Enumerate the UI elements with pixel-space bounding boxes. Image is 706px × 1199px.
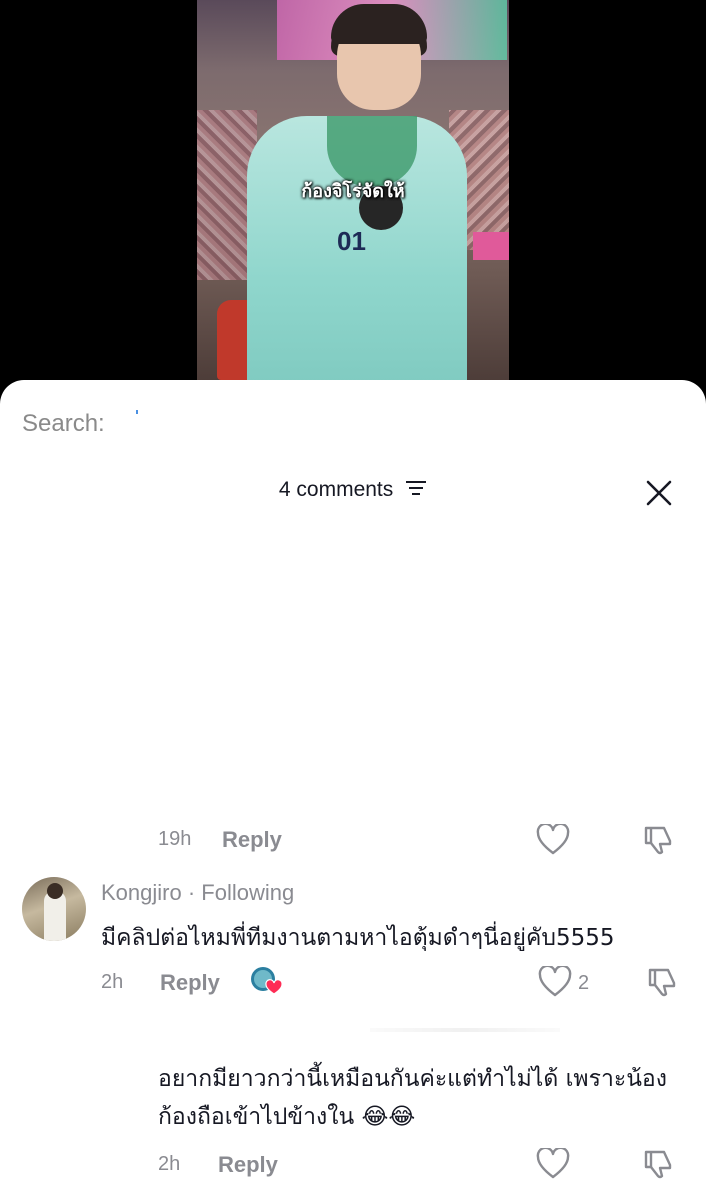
video-player[interactable]: 01 ก้องจิโร่จัดให้ [197,0,509,392]
comments-count: 4 comments [278,478,394,501]
filter-icon[interactable] [405,478,427,502]
search-cursor [136,410,138,414]
like-count: 2 [578,972,590,994]
search-label[interactable]: Search: [22,410,105,438]
comment-text: มีคลิปต่อไหมพี่ทีมงานตามหาไอตุ้มดำๆนี่อย… [101,925,615,951]
comments-sheet: Search: 4 comments 19h Reply Kongjiro · … [0,380,706,1199]
reply-button[interactable]: Reply [218,1152,278,1178]
video-caption: ก้องจิโร่จัดให้ [301,181,405,202]
heart-icon[interactable] [538,964,572,998]
comment-username[interactable]: Kongjiro · Following [101,880,294,906]
comments-header: 4 comments [0,478,706,502]
dislike-icon[interactable] [642,1148,674,1180]
avatar-head [47,883,63,899]
reply-text: อยากมียาวกว่านี้เหมือนกันค่ะแต่ทำไม่ได้ … [158,1066,667,1130]
close-icon[interactable] [646,480,672,506]
person-fringe [331,4,427,44]
dislike-icon[interactable] [642,824,674,856]
reply-button[interactable]: Reply [160,970,220,996]
comment-time: 2h [101,971,124,993]
heart-icon[interactable] [536,822,570,856]
heart-icon[interactable] [536,1146,570,1180]
jersey-number: 01 [337,226,366,256]
comment-time: 2h [158,1153,181,1175]
dislike-icon[interactable] [646,966,678,998]
avatar[interactable] [22,877,86,941]
reply-button[interactable]: Reply [222,827,282,853]
stage-banner [473,232,509,260]
liked-by-creator-icon [250,965,284,997]
comment-time: 19h [158,828,192,850]
faded-divider [370,1028,560,1032]
